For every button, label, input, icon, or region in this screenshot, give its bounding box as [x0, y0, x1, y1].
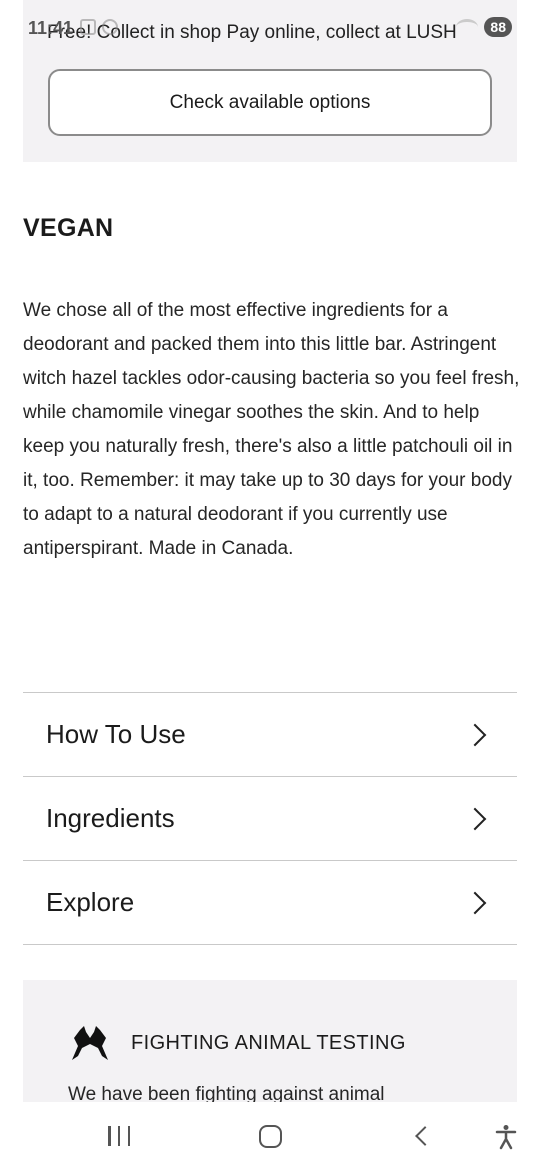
accordion-label: Ingredients: [46, 803, 175, 833]
accordion-label: Explore: [46, 887, 135, 917]
accordion-ingredients[interactable]: Ingredients: [23, 777, 517, 861]
chevron-right-icon: [463, 723, 487, 746]
accordion-label: How To Use: [46, 719, 186, 749]
section-title: VEGAN: [23, 214, 114, 242]
animal-testing-panel: FIGHTING ANIMAL TESTING We have been fig…: [23, 980, 517, 1102]
home-icon[interactable]: [259, 1125, 282, 1148]
product-description: We chose all of the most effective ingre…: [23, 300, 520, 559]
animal-testing-title: FIGHTING ANIMAL TESTING: [131, 1032, 406, 1054]
fighting-animals-logo-icon: [72, 1026, 108, 1060]
chevron-right-icon: [463, 891, 487, 914]
collect-info-text: Free! Collect in shop Pay online, collec…: [47, 22, 457, 43]
product-accordion: How To Use Ingredients Explore: [23, 692, 517, 945]
check-options-button[interactable]: Check available options: [48, 69, 492, 136]
system-nav-bar: [0, 1102, 540, 1170]
recent-apps-icon[interactable]: [108, 1126, 130, 1146]
animal-testing-text: We have been fighting against animal: [68, 1084, 385, 1102]
back-icon[interactable]: [415, 1126, 435, 1146]
accordion-how-to-use[interactable]: How To Use: [23, 693, 517, 777]
accessibility-icon[interactable]: [494, 1124, 518, 1150]
accordion-explore[interactable]: Explore: [23, 861, 517, 945]
chevron-right-icon: [463, 807, 487, 830]
collect-panel: Free! Collect in shop Pay online, collec…: [23, 0, 517, 162]
